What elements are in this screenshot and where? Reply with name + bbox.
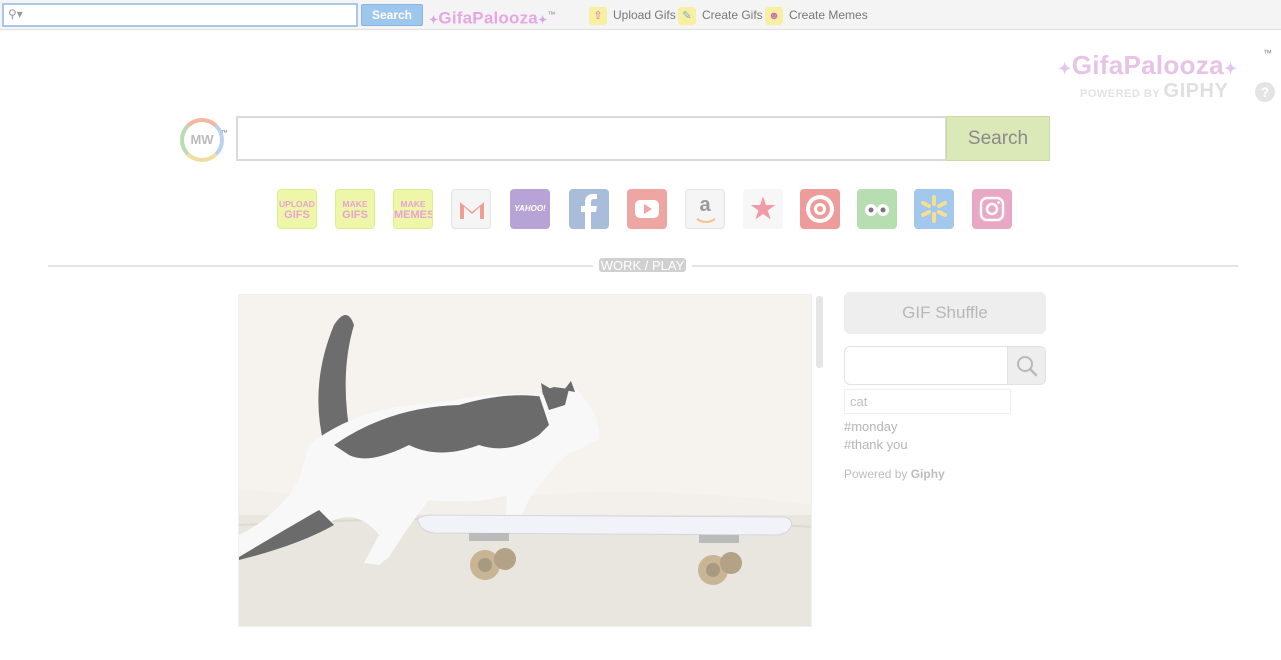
toolbar-gifapalooza-logo[interactable]: ✦GifaPalooza✦™ xyxy=(429,3,556,28)
create-memes-label: Create Memes xyxy=(789,8,868,22)
target-tile[interactable] xyxy=(800,189,840,229)
help-icon[interactable]: ? xyxy=(1255,82,1275,102)
trademark: ™ xyxy=(1263,48,1272,58)
giphy-wordmark: GIPHY xyxy=(1163,80,1229,102)
pencil-icon: ✎ xyxy=(678,6,696,25)
upload-gifs-tile[interactable]: UPLOAD GIFS xyxy=(277,189,317,229)
tile-label: UPLOAD xyxy=(279,199,315,209)
toolbar-search-input[interactable] xyxy=(28,6,354,24)
giphy-link[interactable]: Giphy xyxy=(911,467,945,481)
gif-search-button[interactable] xyxy=(1007,346,1046,385)
toolbar-search-box[interactable]: ⚲▾ xyxy=(2,3,358,27)
sparkle-icon: ✦ xyxy=(537,14,548,27)
upload-gifs-label: Upload Gifs xyxy=(613,8,676,22)
mw-logo-text: MW xyxy=(190,132,214,147)
gmail-tile[interactable] xyxy=(451,189,491,229)
amazon-tile[interactable]: a xyxy=(685,189,725,229)
brand-name: GifaPalooza xyxy=(1071,50,1224,80)
facebook-tile[interactable] xyxy=(569,189,609,229)
sparkle-icon: ✦ xyxy=(429,14,439,27)
favorites-tile[interactable]: ★ xyxy=(743,189,783,229)
powered-by-label: POWERED BY xyxy=(1080,88,1160,100)
yahoo-icon: YAHOO! xyxy=(514,204,546,213)
amazon-smile-icon xyxy=(696,218,716,223)
upload-icon: ⇧ xyxy=(589,6,607,25)
tile-label: MAKE xyxy=(342,199,368,209)
create-gifs-label: Create Gifs xyxy=(702,8,763,22)
main-search-box[interactable] xyxy=(236,116,947,161)
instagram-tile[interactable] xyxy=(972,189,1012,229)
create-gifs-link[interactable]: ✎ Create Gifs xyxy=(678,5,763,25)
instagram-icon xyxy=(979,196,1005,222)
trending-tag-monday[interactable]: #monday xyxy=(844,419,897,434)
yahoo-tile[interactable]: YAHOO! xyxy=(510,189,550,229)
main-search-input[interactable] xyxy=(238,118,945,159)
powered-by-label: Powered by xyxy=(844,467,908,481)
powered-by-giphy-text: Powered by Giphy xyxy=(844,467,945,481)
gif-image xyxy=(238,294,812,627)
gifapalooza-giphy-logo[interactable]: ✦GifaPalooza✦ ™ POWERED BY GIPHY xyxy=(1058,44,1272,104)
search-suggestion[interactable]: cat xyxy=(844,389,1011,414)
search-icon xyxy=(1017,356,1038,377)
gmail-icon xyxy=(460,202,484,219)
make-memes-tile[interactable]: MAKE MEMES xyxy=(393,189,433,229)
trademark: ™ xyxy=(221,130,228,137)
main-search-button[interactable]: Search xyxy=(946,116,1050,161)
walmart-tile[interactable] xyxy=(914,189,954,229)
walmart-icon xyxy=(921,195,947,223)
tile-label: GIFS xyxy=(284,209,310,221)
gif-shuffle-button[interactable]: GIF Shuffle xyxy=(844,292,1046,334)
trademark: ™ xyxy=(547,10,556,19)
facebook-icon xyxy=(581,194,597,229)
sparkle-icon: ✦ xyxy=(1058,61,1072,78)
tile-label: MEMES xyxy=(394,209,433,221)
powered-by-giphy: POWERED BY GIPHY xyxy=(1080,80,1228,103)
tile-label: MAKE xyxy=(400,199,426,209)
tripadvisor-tile[interactable] xyxy=(857,189,897,229)
gif-scrollbar-thumb[interactable] xyxy=(816,296,823,368)
youtube-tile[interactable] xyxy=(627,189,667,229)
gif-search-input[interactable] xyxy=(845,347,1007,384)
sparkle-icon: ✦ xyxy=(1223,61,1238,78)
create-memes-link[interactable]: ☻ Create Memes xyxy=(765,5,868,25)
cat-skateboard-gif xyxy=(239,295,811,626)
mw-logo: MW ™ xyxy=(180,118,228,162)
search-dropdown-icon[interactable]: ⚲▾ xyxy=(8,7,23,21)
make-gifs-tile[interactable]: MAKE GIFS xyxy=(335,189,375,229)
star-icon: ★ xyxy=(750,193,776,224)
youtube-icon xyxy=(635,200,659,218)
tile-label: GIFS xyxy=(342,209,368,221)
tripadvisor-icon xyxy=(865,204,889,216)
gif-search-box[interactable] xyxy=(844,346,1008,385)
smiley-icon: ☻ xyxy=(765,6,783,25)
toolbar-logo-text: GifaPalooza xyxy=(438,8,538,28)
trending-tag-thank-you[interactable]: #thank you xyxy=(844,437,908,452)
amazon-icon: a xyxy=(699,194,711,216)
upload-gifs-link[interactable]: ⇧ Upload Gifs xyxy=(589,5,676,25)
toolbar-search-button[interactable]: Search xyxy=(361,4,423,26)
target-icon xyxy=(806,195,834,223)
work-play-toggle[interactable]: WORK / PLAY xyxy=(596,255,689,275)
top-toolbar: ⚲▾ Search ✦GifaPalooza✦™ ⇧ Upload Gifs ✎ C… xyxy=(0,0,1281,30)
